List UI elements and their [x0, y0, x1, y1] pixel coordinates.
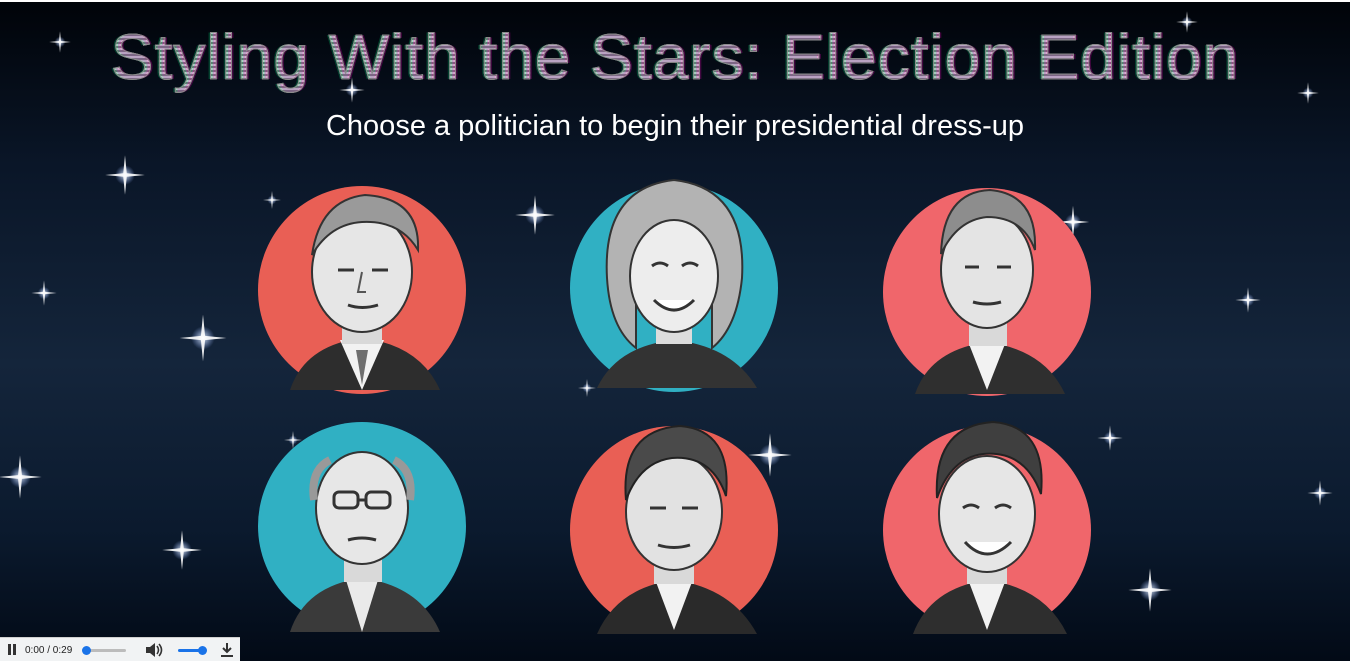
- portrait-illustration: [883, 188, 1091, 396]
- volume-icon[interactable]: [145, 642, 163, 658]
- politician-portrait-6[interactable]: [875, 398, 1105, 638]
- star-icon: [1235, 287, 1261, 313]
- portrait-illustration: [883, 420, 1091, 634]
- page-title: Styling With the Stars: Election Edition: [0, 20, 1350, 94]
- star-icon: [31, 280, 57, 306]
- audio-seek-bar[interactable]: [82, 646, 126, 655]
- star-icon: [0, 455, 42, 499]
- politician-portrait-4[interactable]: [250, 400, 480, 640]
- audio-time: 0:00 / 0:29: [25, 645, 73, 656]
- star-icon: [105, 155, 145, 195]
- portrait-illustration: [570, 424, 778, 634]
- download-icon[interactable]: [220, 642, 234, 658]
- star-icon: [515, 195, 555, 235]
- star-icon: [179, 314, 227, 362]
- portrait-illustration: [258, 186, 466, 394]
- audio-player: 0:00 / 0:29: [0, 637, 240, 661]
- politician-portrait-5[interactable]: [562, 400, 792, 640]
- star-icon: [1128, 568, 1172, 612]
- volume-handle[interactable]: [198, 646, 207, 655]
- politician-portrait-2[interactable]: [562, 158, 792, 398]
- politician-portrait-3[interactable]: [875, 162, 1105, 402]
- portrait-illustration: [570, 178, 778, 392]
- star-icon: [162, 530, 202, 570]
- politician-portrait-1[interactable]: [250, 160, 480, 400]
- page-subtitle: Choose a politician to begin their presi…: [325, 110, 1025, 142]
- portrait-illustration: [258, 422, 466, 632]
- seek-handle[interactable]: [82, 646, 91, 655]
- star-icon: [1307, 480, 1333, 506]
- pause-icon[interactable]: [7, 644, 17, 656]
- volume-slider[interactable]: [178, 646, 207, 655]
